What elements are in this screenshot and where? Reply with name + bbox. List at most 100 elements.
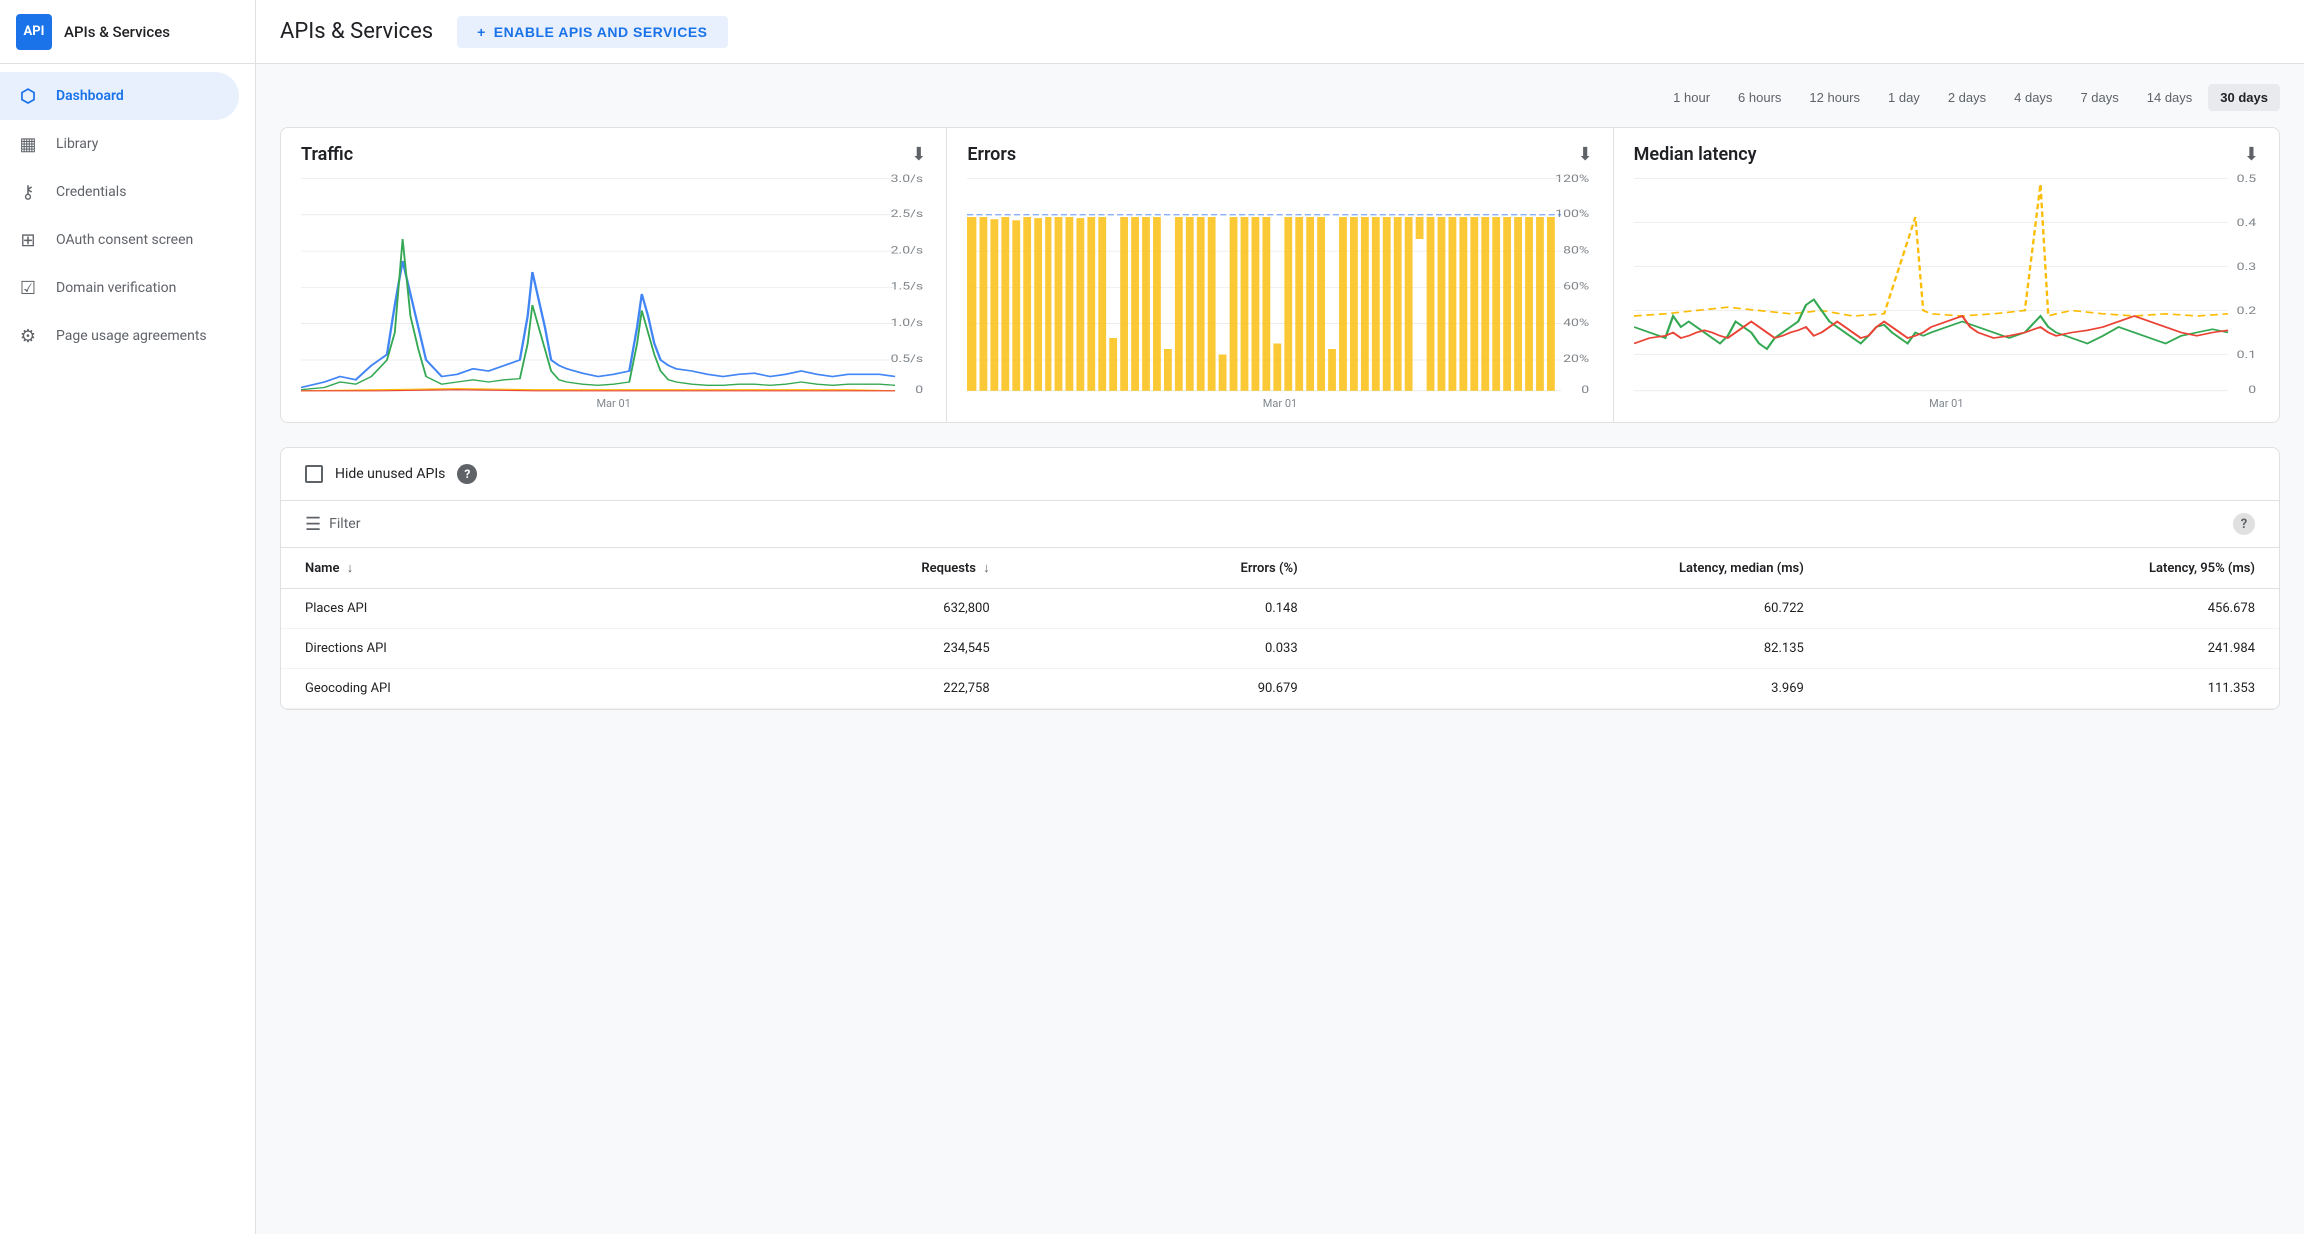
hide-unused-row: Hide unused APIs ? — [281, 448, 2279, 501]
svg-text:0.3: 0.3 — [2236, 261, 2256, 272]
api-logo: API — [16, 14, 52, 50]
svg-text:60%: 60% — [1563, 281, 1589, 292]
traffic-chart-header: Traffic ⬇ — [301, 144, 926, 165]
filter-label: Filter — [329, 516, 360, 532]
sidebar-item-label-credentials: Credentials — [56, 184, 126, 200]
hide-unused-checkbox[interactable] — [305, 465, 323, 483]
requests-sort-icon: ↓ — [983, 561, 990, 576]
sidebar-item-library[interactable]: ▦ Library — [0, 120, 239, 168]
svg-text:80%: 80% — [1563, 244, 1589, 255]
svg-text:2.0/s: 2.0/s — [891, 244, 924, 255]
filter-button[interactable]: ☰ Filter — [305, 514, 360, 535]
col-name[interactable]: Name ↓ — [281, 548, 673, 589]
errors-date-label: Mar 01 — [967, 397, 1592, 410]
errors-download-icon[interactable]: ⬇ — [1578, 144, 1593, 165]
cell-latency-median: 82.135 — [1322, 629, 1828, 669]
cell-errors: 0.033 — [1014, 629, 1322, 669]
errors-chart-title: Errors — [967, 144, 1016, 165]
latency-chart-header: Median latency ⬇ — [1634, 144, 2259, 165]
svg-text:1.0/s: 1.0/s — [891, 317, 924, 328]
apis-table: Name ↓ Requests ↓ Errors (%) Latency, me… — [281, 548, 2279, 709]
time-btn-1-hour[interactable]: 1 hour — [1661, 84, 1722, 111]
svg-text:0.4: 0.4 — [2236, 217, 2256, 228]
latency-download-icon[interactable]: ⬇ — [2244, 144, 2259, 165]
latency-chart-panel: Median latency ⬇ 0.5 0.4 0.3 0.2 0.1 0 — [1614, 128, 2279, 422]
hide-unused-label: Hide unused APIs — [335, 466, 445, 482]
sidebar-item-credentials[interactable]: ⚷ Credentials — [0, 168, 239, 216]
col-requests[interactable]: Requests ↓ — [673, 548, 1014, 589]
credentials-icon: ⚷ — [16, 182, 40, 203]
sidebar-header: API APIs & Services — [0, 0, 255, 64]
cell-requests: 234,545 — [673, 629, 1014, 669]
time-btn-12-hours[interactable]: 12 hours — [1797, 84, 1872, 111]
dashboard-icon: ⬡ — [16, 86, 40, 107]
sidebar-item-page-usage[interactable]: ⚙ Page usage agreements — [0, 312, 239, 360]
sidebar-nav: ⬡ Dashboard ▦ Library ⚷ Credentials ⊞ OA… — [0, 64, 255, 368]
page-usage-icon: ⚙ — [16, 326, 40, 347]
cell-latency-median: 3.969 — [1322, 669, 1828, 709]
time-btn-14-days[interactable]: 14 days — [2135, 84, 2205, 111]
page-title: APIs & Services — [280, 19, 433, 44]
cell-latency-95: 456.678 — [1828, 589, 2279, 629]
svg-text:0: 0 — [2248, 384, 2256, 393]
cell-latency-95: 241.984 — [1828, 629, 2279, 669]
traffic-download-icon[interactable]: ⬇ — [911, 144, 926, 165]
svg-text:40%: 40% — [1563, 317, 1589, 328]
table-help-icon[interactable]: ? — [2233, 513, 2255, 535]
cell-errors: 0.148 — [1014, 589, 1322, 629]
cell-latency-median: 60.722 — [1322, 589, 1828, 629]
sidebar-item-label-oauth: OAuth consent screen — [56, 232, 193, 248]
enable-apis-button[interactable]: + ENABLE APIS AND SERVICES — [457, 16, 727, 48]
time-btn-2-days[interactable]: 2 days — [1936, 84, 1998, 111]
col-latency-median: Latency, median (ms) — [1322, 548, 1828, 589]
sidebar-item-oauth[interactable]: ⊞ OAuth consent screen — [0, 216, 239, 264]
sidebar-item-label-page-usage: Page usage agreements — [56, 328, 207, 344]
domain-icon: ☑ — [16, 278, 40, 299]
table-row[interactable]: Directions API 234,545 0.033 82.135 241.… — [281, 629, 2279, 669]
time-btn-30-days[interactable]: 30 days — [2208, 84, 2280, 111]
time-range-bar: 1 hour6 hours12 hours1 day2 days4 days7 … — [280, 84, 2280, 111]
table-body: Places API 632,800 0.148 60.722 456.678 … — [281, 589, 2279, 709]
svg-text:0.5/s: 0.5/s — [891, 353, 924, 364]
svg-text:2.5/s: 2.5/s — [891, 208, 924, 219]
errors-chart-svg: 120% 100% 80% 60% 40% 20% 0 — [967, 173, 1592, 393]
table-header-row: Name ↓ Requests ↓ Errors (%) Latency, me… — [281, 548, 2279, 589]
errors-chart-header: Errors ⬇ — [967, 144, 1592, 165]
table-row[interactable]: Places API 632,800 0.148 60.722 456.678 — [281, 589, 2279, 629]
time-btn-4-days[interactable]: 4 days — [2002, 84, 2064, 111]
col-latency-95: Latency, 95% (ms) — [1828, 548, 2279, 589]
latency-chart-svg: 0.5 0.4 0.3 0.2 0.1 0 — [1634, 173, 2259, 393]
hide-unused-help-icon[interactable]: ? — [457, 464, 477, 484]
traffic-chart-title: Traffic — [301, 144, 353, 165]
table-row[interactable]: Geocoding API 222,758 90.679 3.969 111.3… — [281, 669, 2279, 709]
charts-row: Traffic ⬇ 3.0/s 2.5/s 2.0/s 1.5/s 1.0/s … — [280, 127, 2280, 423]
cell-name: Geocoding API — [281, 669, 673, 709]
latency-date-label: Mar 01 — [1634, 397, 2259, 410]
enable-btn-label: ENABLE APIS AND SERVICES — [494, 24, 708, 40]
filter-bar: ☰ Filter ? — [281, 501, 2279, 548]
filter-icon: ☰ — [305, 514, 321, 535]
traffic-chart-panel: Traffic ⬇ 3.0/s 2.5/s 2.0/s 1.5/s 1.0/s … — [281, 128, 947, 422]
sidebar-item-label-library: Library — [56, 136, 98, 152]
filter-section: Hide unused APIs ? ☰ Filter ? Name ↓ Req… — [280, 447, 2280, 710]
errors-chart-panel: Errors ⬇ 120% 100% 80% 60% 40% 20% 0 — [947, 128, 1613, 422]
time-btn-7-days[interactable]: 7 days — [2068, 84, 2130, 111]
cell-requests: 632,800 — [673, 589, 1014, 629]
latency-chart-title: Median latency — [1634, 144, 1757, 165]
sidebar-item-domain[interactable]: ☑ Domain verification — [0, 264, 239, 312]
cell-name: Places API — [281, 589, 673, 629]
sidebar: API APIs & Services ⬡ Dashboard ▦ Librar… — [0, 0, 256, 1234]
sort-icon: ↓ — [347, 561, 354, 576]
svg-text:0.2: 0.2 — [2236, 305, 2256, 316]
sidebar-title: APIs & Services — [64, 23, 170, 41]
table-head: Name ↓ Requests ↓ Errors (%) Latency, me… — [281, 548, 2279, 589]
time-btn-6-hours[interactable]: 6 hours — [1726, 84, 1793, 111]
sidebar-item-label-domain: Domain verification — [56, 280, 176, 296]
time-btn-1-day[interactable]: 1 day — [1876, 84, 1932, 111]
sidebar-item-dashboard[interactable]: ⬡ Dashboard — [0, 72, 239, 120]
svg-text:20%: 20% — [1563, 353, 1589, 364]
cell-errors: 90.679 — [1014, 669, 1322, 709]
sidebar-item-label-dashboard: Dashboard — [56, 88, 124, 104]
svg-text:3.0/s: 3.0/s — [891, 173, 924, 184]
library-icon: ▦ — [16, 134, 40, 155]
